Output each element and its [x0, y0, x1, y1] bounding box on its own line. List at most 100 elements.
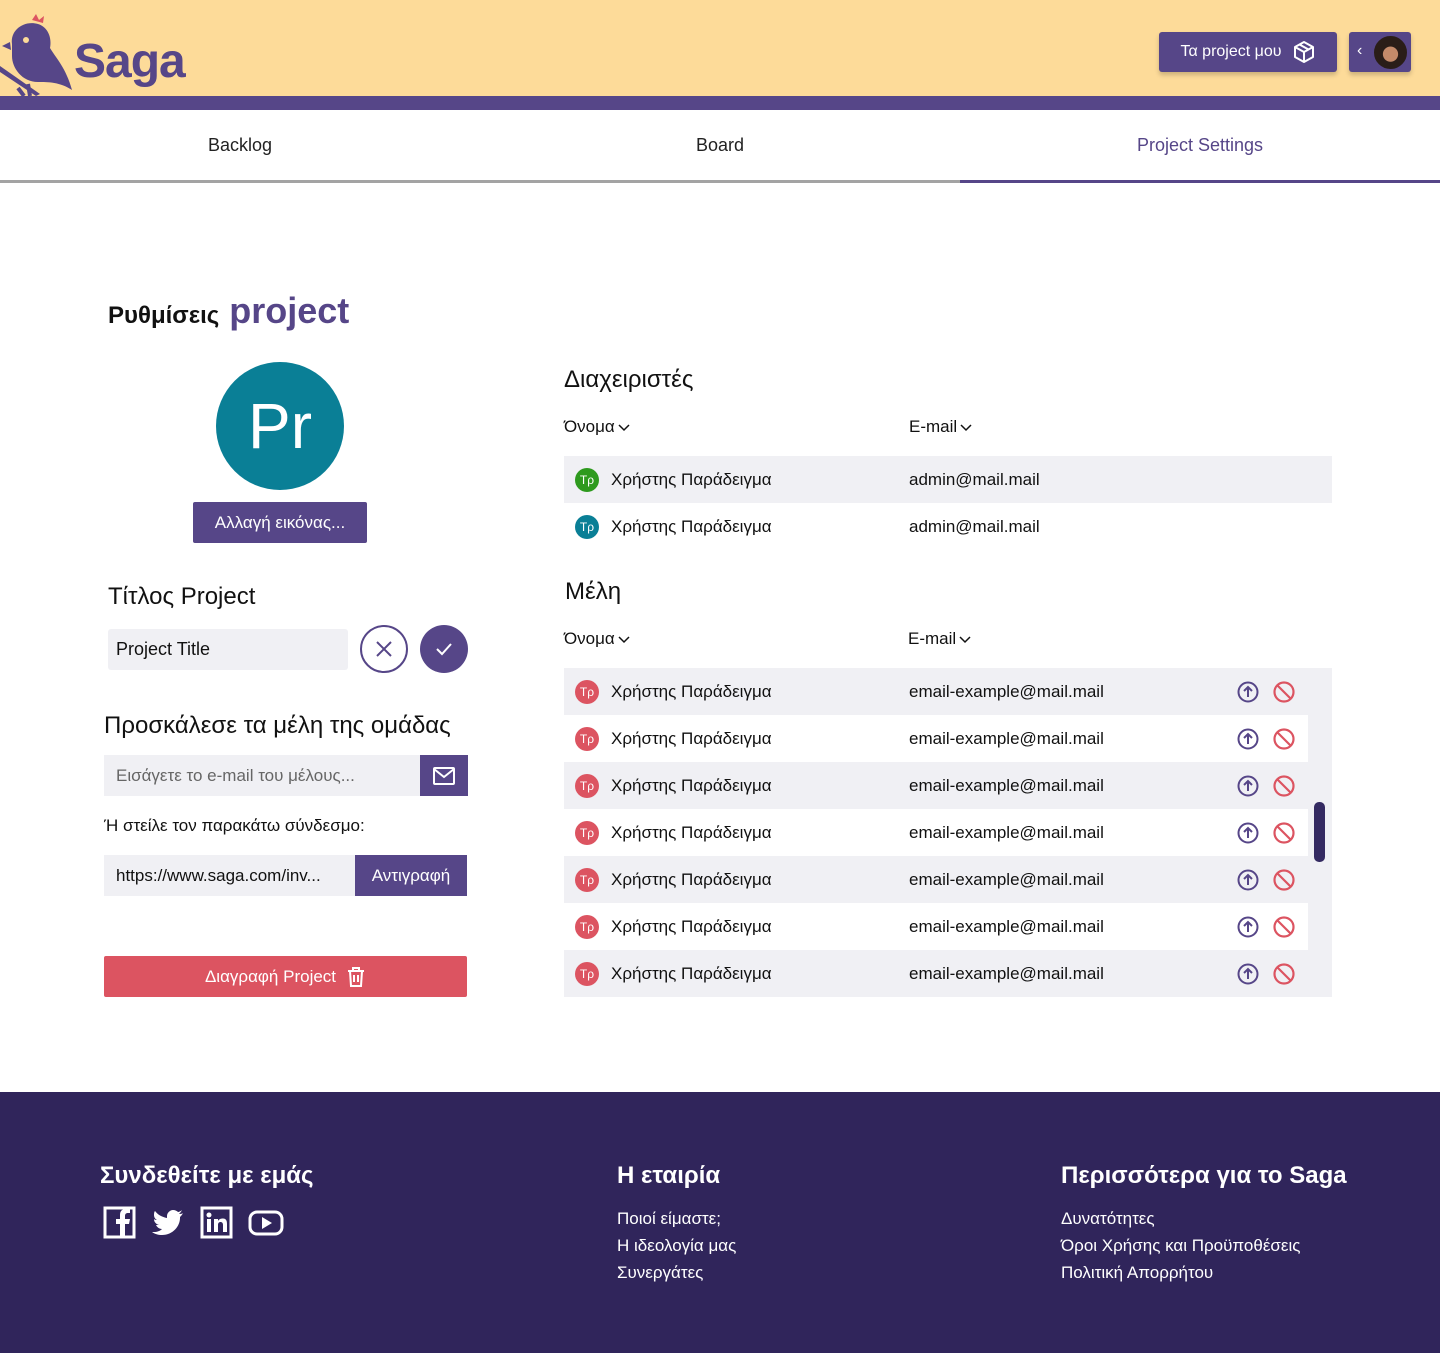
or-send-link-label: Ή στείλε τον παρακάτω σύνδεσμο: — [104, 816, 365, 835]
members-col-email-label: E-mail — [908, 629, 957, 648]
table-row: Τρ Χρήστης Παράδειγμα email-example@mail.m… — [564, 715, 1308, 762]
table-row: Τρ Χρήστης Παράδειγμα admin@mail.mail — [564, 456, 1332, 503]
user-initials-avatar: Τρ — [575, 727, 599, 751]
members-col-name-label: Όνομα — [564, 629, 615, 648]
page-title: Ρυθμίσεις project — [108, 290, 349, 332]
chevron-down-icon — [618, 424, 630, 432]
app-header: Saga Τα project μου ‹ — [0, 0, 1440, 96]
remove-member-ban-icon[interactable] — [1272, 915, 1296, 939]
user-initials-avatar: Τρ — [575, 468, 599, 492]
user-email: email-example@mail.mail — [909, 916, 1104, 936]
user-email: email-example@mail.mail — [909, 822, 1104, 842]
user-name: Χρήστης Παράδειγμα — [611, 516, 772, 536]
admins-heading: Διαχειριστές — [564, 366, 694, 393]
members-col-name[interactable]: Όνομα — [564, 629, 631, 649]
footer-company-heading: Η εταιρία — [617, 1162, 721, 1189]
user-menu-button[interactable]: ‹ — [1349, 32, 1411, 72]
cancel-title-button[interactable] — [360, 625, 408, 673]
chevron-down-icon — [960, 424, 972, 432]
user-name: Χρήστης Παράδειγμα — [611, 469, 772, 489]
promote-arrow-up-icon[interactable] — [1236, 868, 1260, 892]
promote-arrow-up-icon[interactable] — [1236, 821, 1260, 845]
remove-member-ban-icon[interactable] — [1272, 868, 1296, 892]
remove-member-ban-icon[interactable] — [1272, 962, 1296, 986]
footer-link-features[interactable]: Δυνατότητες — [1061, 1209, 1155, 1229]
table-row: Τρ Χρήστης Παράδειγμα email-example@mail.m… — [564, 668, 1308, 715]
user-email: admin@mail.mail — [909, 516, 1040, 536]
user-email: email-example@mail.mail — [909, 869, 1104, 889]
logo-text: Saga — [74, 35, 186, 88]
footer-link-partners[interactable]: Συνεργάτες — [617, 1263, 703, 1283]
user-initials-avatar: Τρ — [575, 962, 599, 986]
invite-heading: Προσκάλεσε τα μέλη της ομάδας — [104, 712, 451, 739]
chevron-left-icon: ‹ — [1357, 42, 1363, 59]
user-initials-avatar: Τρ — [575, 774, 599, 798]
user-name: Χρήστης Παράδειγμα — [611, 822, 772, 842]
user-name: Χρήστης Παράδειγμα — [611, 963, 772, 983]
chevron-down-icon — [618, 636, 630, 644]
facebook-icon[interactable] — [103, 1206, 136, 1239]
table-row: Τρ Χρήστης Παράδειγμα email-example@mail.m… — [564, 809, 1308, 856]
my-projects-button[interactable]: Τα project μου — [1159, 32, 1337, 72]
admins-col-name[interactable]: Όνομα — [564, 417, 631, 437]
tab-backlog[interactable]: Backlog — [0, 110, 480, 183]
admins-col-email-label: E-mail — [909, 417, 958, 436]
remove-member-ban-icon[interactable] — [1272, 680, 1296, 704]
admins-col-name-label: Όνομα — [564, 417, 615, 436]
mail-icon — [433, 766, 455, 785]
promote-arrow-up-icon[interactable] — [1236, 727, 1260, 751]
project-title-input[interactable]: Project Title — [108, 629, 348, 670]
youtube-icon[interactable] — [248, 1206, 284, 1239]
remove-member-ban-icon[interactable] — [1272, 774, 1296, 798]
page-title-prefix: Ρυθμίσεις — [108, 302, 220, 329]
delete-project-label: Διαγραφή Project — [204, 966, 337, 986]
admins-col-email[interactable]: E-mail — [909, 417, 973, 437]
linkedin-icon[interactable] — [200, 1206, 233, 1239]
user-name: Χρήστης Παράδειγμα — [611, 681, 772, 701]
members-scrollbar-thumb[interactable] — [1314, 802, 1325, 862]
delete-project-button[interactable]: Διαγραφή Project — [104, 956, 467, 997]
footer-link-ideology[interactable]: Η ιδεολογία μας — [617, 1236, 736, 1256]
change-image-button[interactable]: Αλλαγή εικόνας... — [193, 502, 367, 543]
saga-logo[interactable]: Saga — [0, 12, 200, 96]
footer-link-about[interactable]: Ποιοί είμαστε; — [617, 1209, 721, 1229]
user-name: Χρήστης Παράδειγμα — [611, 728, 772, 748]
send-invite-button[interactable] — [420, 755, 468, 796]
footer-link-terms[interactable]: Όροι Χρήσης και Προϋποθέσεις — [1061, 1236, 1300, 1256]
header-strip — [0, 96, 1440, 110]
user-email: email-example@mail.mail — [909, 963, 1104, 983]
invite-email-input[interactable]: Εισάγετε το e-mail του μέλους... — [104, 755, 420, 796]
promote-arrow-up-icon[interactable] — [1236, 774, 1260, 798]
confirm-title-button[interactable] — [420, 625, 468, 673]
tab-project-settings[interactable]: Project Settings — [960, 110, 1440, 183]
invite-link-field[interactable]: https://www.saga.com/inv... — [104, 855, 355, 896]
user-initials-avatar: Τρ — [575, 821, 599, 845]
table-row: Τρ Χρήστης Παράδειγμα email-example@mail.m… — [564, 903, 1308, 950]
remove-member-ban-icon[interactable] — [1272, 727, 1296, 751]
promote-arrow-up-icon[interactable] — [1236, 915, 1260, 939]
box-icon — [1293, 41, 1314, 63]
promote-arrow-up-icon[interactable] — [1236, 680, 1260, 704]
close-icon — [376, 641, 392, 657]
copy-link-button[interactable]: Αντιγραφή — [355, 855, 467, 896]
user-avatar — [1372, 34, 1409, 71]
twitter-icon[interactable] — [152, 1206, 185, 1239]
table-row: Τρ Χρήστης Παράδειγμα admin@mail.mail — [564, 503, 1332, 550]
remove-member-ban-icon[interactable] — [1272, 821, 1296, 845]
members-col-email[interactable]: E-mail — [908, 629, 972, 649]
footer-more-heading: Περισσότερα για το Saga — [1061, 1162, 1347, 1189]
promote-arrow-up-icon[interactable] — [1236, 962, 1260, 986]
table-row: Τρ Χρήστης Παράδειγμα email-example@mail.m… — [564, 762, 1308, 809]
table-row: Τρ Χρήστης Παράδειγμα email-example@mail.m… — [564, 950, 1308, 997]
footer-connect-heading: Συνδεθείτε με εμάς — [100, 1162, 314, 1189]
user-email: email-example@mail.mail — [909, 775, 1104, 795]
user-initials-avatar: Τρ — [575, 868, 599, 892]
user-initials-avatar: Τρ — [575, 915, 599, 939]
tab-board[interactable]: Board — [480, 110, 960, 183]
bird-logo-icon — [0, 14, 72, 96]
my-projects-label: Τα project μου — [1180, 43, 1282, 60]
footer-link-privacy[interactable]: Πολιτική Απορρήτου — [1061, 1263, 1213, 1283]
user-name: Χρήστης Παράδειγμα — [611, 869, 772, 889]
table-row: Τρ Χρήστης Παράδειγμα email-example@mail.m… — [564, 856, 1308, 903]
user-initials-avatar: Τρ — [575, 680, 599, 704]
